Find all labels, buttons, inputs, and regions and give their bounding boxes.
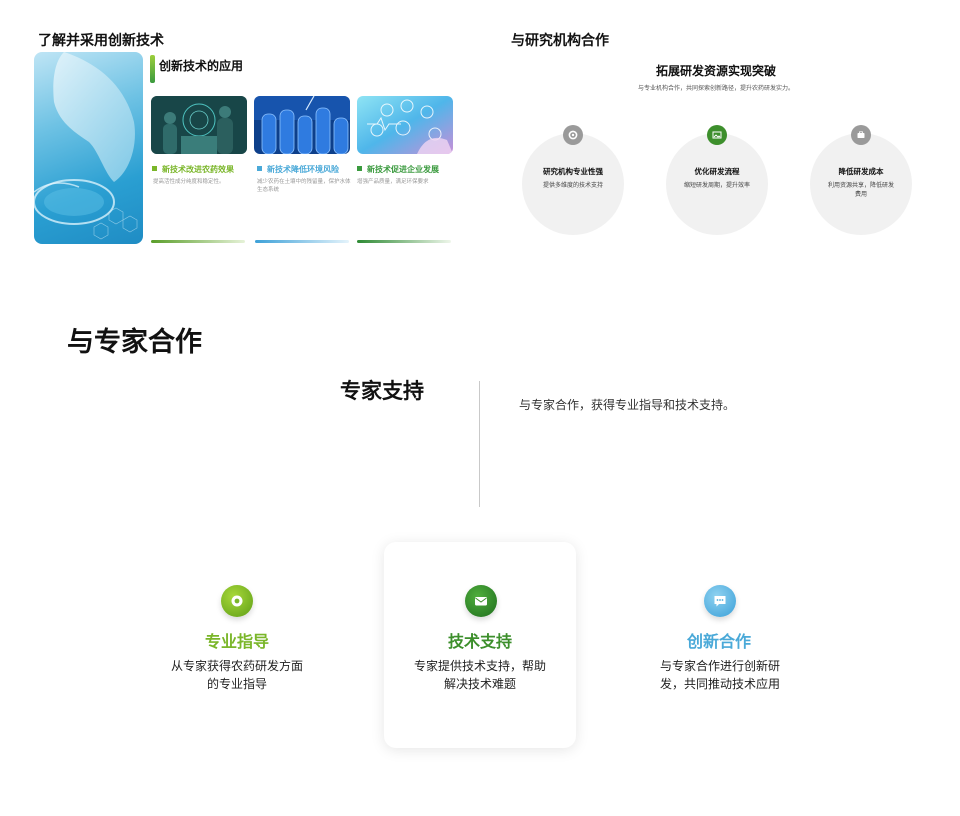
mail-icon: [465, 585, 497, 617]
card-title-environment: 新技术降低环境风险: [257, 164, 339, 175]
lab-hero-image: [34, 52, 143, 244]
card-underline: [151, 240, 245, 243]
card-underline: [357, 240, 451, 243]
chat-icon: [704, 585, 736, 617]
card-title-effect: 新技术改进农药效果: [152, 164, 234, 175]
research-strength-circle: 研究机构专业性强 提供多维度的技术支持: [522, 133, 624, 235]
card-title-growth: 新技术促进企业发展: [357, 164, 439, 175]
slide2-heading: 拓展研发资源实现突破: [655, 64, 776, 78]
slide1-title: 了解并采用创新技术: [38, 33, 164, 49]
slide3-title: 与专家合作: [67, 327, 202, 358]
column-title-guidance: 专业指导: [204, 632, 269, 651]
card-underline: [255, 240, 349, 243]
reduce-cost-circle: 降低研发成本 利用资源共享，降低研发费用: [810, 133, 912, 235]
bullet-square-icon: [357, 166, 362, 171]
column-desc-innovation: 与专家合作进行创新研发，共同推动技术应用: [659, 659, 780, 691]
slide1-subtitle: 创新技术的应用: [159, 59, 244, 73]
health-icons-image: [357, 96, 453, 154]
slide2-desc: 与专业机构合作，共同探索创新路径，提升农药研发实力。: [637, 85, 794, 92]
slide2-title: 与研究机构合作: [511, 33, 609, 49]
column-title-tech-support: 技术支持: [447, 632, 512, 651]
column-desc-guidance: 从专家获得农药研发方面的专业指导: [170, 659, 303, 691]
image-icon: [707, 125, 727, 145]
slide3-desc: 与专家合作，获得专业指导和技术支持。: [519, 398, 736, 412]
card-desc-environment: 减少农药在土壤中的残留量，保护水体生态系统: [257, 179, 351, 193]
gear-icon: [563, 125, 583, 145]
bullet-square-icon: [257, 166, 262, 171]
test-tubes-image: [254, 96, 350, 154]
column-title-innovation: 创新合作: [686, 632, 751, 651]
slide3-subtitle: 专家支持: [340, 379, 424, 403]
surgery-tech-image: [151, 96, 247, 154]
column-desc-tech-support: 专家提供技术支持，帮助解决技术难题: [413, 659, 546, 691]
bullet-square-icon: [152, 166, 157, 171]
subtitle-accent-bar: [150, 55, 155, 83]
vertical-divider: [479, 381, 480, 507]
target-icon: [221, 585, 253, 617]
card-desc-growth: 增强产品质量，满足环保要求: [357, 179, 429, 185]
optimize-process-circle: 优化研发流程 缩短研发周期，提升效率: [666, 133, 768, 235]
wallet-icon: [851, 125, 871, 145]
card-desc-effect: 提高活性成分纯度和稳定性。: [153, 179, 225, 185]
